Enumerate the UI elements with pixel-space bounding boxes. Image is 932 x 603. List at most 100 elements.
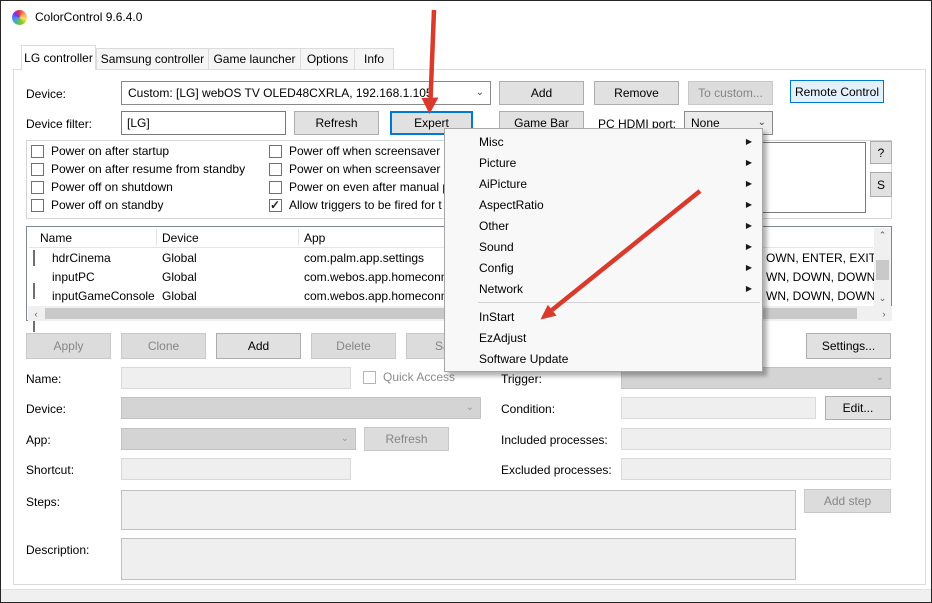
settings-button[interactable]: Settings... — [806, 333, 891, 359]
checkbox-label: Power on after resume from standby — [51, 162, 245, 176]
help-button[interactable]: ? — [870, 141, 892, 164]
cell-device: Global — [162, 251, 197, 265]
menu-item-label: Config — [479, 261, 514, 275]
column-header-app[interactable]: App — [304, 231, 325, 245]
chevron-down-icon: ⌄ — [876, 373, 884, 383]
description-label: Description: — [26, 543, 89, 557]
checkbox[interactable] — [31, 145, 44, 158]
window-title: ColorControl 9.6.4.0 — [35, 10, 142, 24]
menu-item-label: AspectRatio — [479, 198, 544, 212]
tab-info[interactable]: Info — [354, 48, 394, 70]
device-combobox[interactable]: Custom: [LG] webOS TV OLED48CXRLA, 192.1… — [121, 81, 491, 105]
checkbox-power-on-after-startup[interactable]: Power on after startup — [31, 144, 169, 158]
checkbox-label: Power off when screensaver a — [289, 144, 450, 158]
checkbox[interactable] — [31, 181, 44, 194]
condition-input — [621, 397, 816, 419]
included-processes-input — [621, 428, 891, 450]
name-input — [121, 367, 351, 389]
add-preset-button[interactable]: Add — [216, 333, 301, 359]
menu-item-software-update[interactable]: Software Update — [445, 348, 762, 369]
edit-condition-button[interactable]: Edit... — [825, 396, 891, 420]
menu-item-network[interactable]: Network▶ — [445, 278, 762, 299]
app-combobox: ⌄ — [121, 428, 356, 450]
menu-item-misc[interactable]: Misc▶ — [445, 131, 762, 152]
checkbox-power-off-screensaver[interactable]: Power off when screensaver a — [269, 144, 450, 158]
scroll-up-icon[interactable]: ⌃ — [874, 228, 891, 243]
scroll-right-icon[interactable]: › — [876, 306, 892, 321]
menu-item-other[interactable]: Other▶ — [445, 215, 762, 236]
menu-item-sound[interactable]: Sound▶ — [445, 236, 762, 257]
tab-game-launcher[interactable]: Game launcher — [208, 48, 301, 70]
chevron-down-icon: ⌄ — [341, 434, 349, 444]
row-checkbox[interactable] — [33, 283, 35, 299]
shortcut-input — [121, 458, 351, 480]
remote-control-button[interactable]: Remote Control — [790, 80, 884, 103]
checkbox-power-on-screensaver[interactable]: Power on when screensaver d — [269, 162, 450, 176]
tab-label: Game launcher — [213, 52, 295, 66]
checkbox[interactable] — [31, 199, 44, 212]
menu-item-aipicture[interactable]: AiPicture▶ — [445, 173, 762, 194]
submenu-arrow-icon: ▶ — [746, 158, 752, 167]
checkbox-label: Power off on standby — [51, 198, 164, 212]
app-label: App: — [26, 433, 51, 447]
add-step-button: Add step — [804, 489, 891, 513]
remove-device-button[interactable]: Remove — [594, 81, 679, 105]
chevron-down-icon: ⌄ — [466, 403, 474, 413]
refresh-apps-button: Refresh — [364, 427, 449, 451]
column-header-name[interactable]: Name — [40, 231, 72, 245]
menu-item-config[interactable]: Config▶ — [445, 257, 762, 278]
steps-textarea — [121, 490, 796, 530]
checkbox-power-on-even-after-manual[interactable]: Power on even after manual p — [269, 180, 449, 194]
s-button[interactable]: S — [870, 172, 892, 197]
tab-label: Options — [307, 52, 348, 66]
submenu-arrow-icon: ▶ — [746, 200, 752, 209]
included-processes-label: Included processes: — [501, 433, 608, 447]
device-filter-label: Device filter: — [26, 117, 92, 131]
to-custom-button: To custom... — [688, 81, 773, 105]
app-window: ColorControl 9.6.4.0 LG controller Samsu… — [0, 0, 932, 603]
checkbox-allow-triggers[interactable]: Allow triggers to be fired for t — [269, 198, 442, 212]
excluded-processes-label: Excluded processes: — [501, 463, 612, 477]
vertical-scrollbar[interactable]: ⌃ ⌄ — [874, 228, 891, 306]
tab-samsung-controller[interactable]: Samsung controller — [96, 48, 209, 70]
checkbox-power-off-on-standby[interactable]: Power off on standby — [31, 198, 164, 212]
submenu-arrow-icon: ▶ — [746, 284, 752, 293]
row-checkbox[interactable] — [33, 250, 35, 266]
tab-options[interactable]: Options — [300, 48, 355, 70]
column-header-device[interactable]: Device — [162, 231, 199, 245]
tab-lg-controller[interactable]: LG controller — [21, 45, 96, 70]
menu-item-label: Sound — [479, 240, 514, 254]
refresh-devices-button[interactable]: Refresh — [294, 111, 379, 135]
checkbox-power-off-on-shutdown[interactable]: Power off on shutdown — [31, 180, 173, 194]
menu-item-label: Picture — [479, 156, 516, 170]
checkbox-label: Allow triggers to be fired for t — [289, 198, 442, 212]
condition-label: Condition: — [501, 402, 555, 416]
cell-steps-fragment: WN, DOWN, DOWN, I — [766, 270, 885, 284]
title-bar: ColorControl 9.6.4.0 — [1, 1, 931, 33]
column-divider — [156, 229, 157, 246]
cell-app: com.webos.app.homeconn — [304, 289, 447, 303]
checkbox[interactable] — [269, 145, 282, 158]
menu-item-ezadjust[interactable]: EzAdjust — [445, 327, 762, 348]
tab-label: LG controller — [24, 51, 93, 65]
status-bar — [1, 589, 931, 603]
checkbox[interactable] — [31, 163, 44, 176]
checkbox[interactable] — [269, 199, 282, 212]
checkbox-power-on-after-resume[interactable]: Power on after resume from standby — [31, 162, 245, 176]
checkbox[interactable] — [269, 181, 282, 194]
quick-access-checkbox: Quick Access — [363, 370, 455, 384]
menu-item-picture[interactable]: Picture ▶ — [445, 152, 762, 173]
cell-device: Global — [162, 289, 197, 303]
checkbox[interactable] — [269, 163, 282, 176]
menu-item-aspectratio[interactable]: AspectRatio ▶ — [445, 194, 762, 215]
menu-separator — [478, 302, 760, 303]
chevron-down-icon: ⌄ — [476, 88, 484, 98]
scroll-down-icon[interactable]: ⌄ — [874, 291, 891, 306]
menu-item-instart[interactable]: InStart — [445, 306, 762, 327]
device-filter-input[interactable]: [LG] — [121, 111, 286, 135]
submenu-arrow-icon: ▶ — [746, 137, 752, 146]
add-device-button[interactable]: Add — [499, 81, 584, 105]
scrollbar-thumb[interactable] — [876, 260, 889, 280]
scroll-left-icon[interactable]: ‹ — [28, 306, 44, 321]
tab-label: Samsung controller — [101, 52, 204, 66]
